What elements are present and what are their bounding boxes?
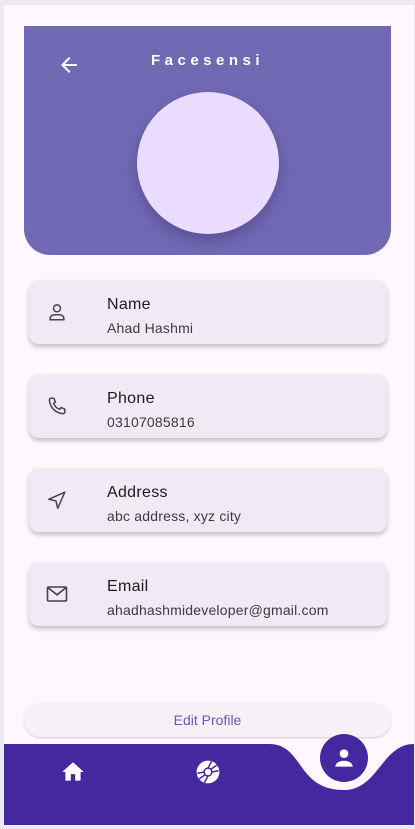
name-label: Name	[107, 296, 151, 313]
camera-shutter-icon	[196, 760, 220, 784]
name-value: Ahad Hashmi	[107, 320, 194, 336]
phone-label: Phone	[107, 390, 155, 407]
phone-icon	[45, 394, 69, 418]
avatar	[137, 92, 279, 234]
edit-profile-button[interactable]: Edit Profile	[24, 703, 391, 737]
email-card: Email ahadhashmideveloper@gmail.com	[29, 562, 387, 626]
nav-camera[interactable]	[193, 757, 223, 787]
profile-header: Facesensi	[24, 26, 391, 255]
phone-card: Phone 03107085816	[29, 374, 387, 438]
nav-profile[interactable]	[320, 734, 368, 782]
phone-value: 03107085816	[107, 414, 195, 430]
location-icon	[45, 488, 69, 512]
profile-icon	[335, 749, 353, 767]
person-icon	[45, 300, 69, 324]
email-value: ahadhashmideveloper@gmail.com	[107, 602, 329, 618]
home-icon	[62, 762, 84, 781]
address-card: Address abc address, xyz city	[29, 468, 387, 532]
name-card: Name Ahad Hashmi	[29, 280, 387, 344]
app-title: Facesensi	[150, 52, 265, 69]
profile-screen: Facesensi Name Ahad Hashmi Phone 0310708…	[4, 5, 414, 825]
nav-home[interactable]	[58, 757, 88, 787]
email-label: Email	[107, 578, 149, 595]
address-label: Address	[107, 484, 168, 501]
address-value: abc address, xyz city	[107, 508, 242, 524]
mail-icon	[45, 582, 69, 606]
